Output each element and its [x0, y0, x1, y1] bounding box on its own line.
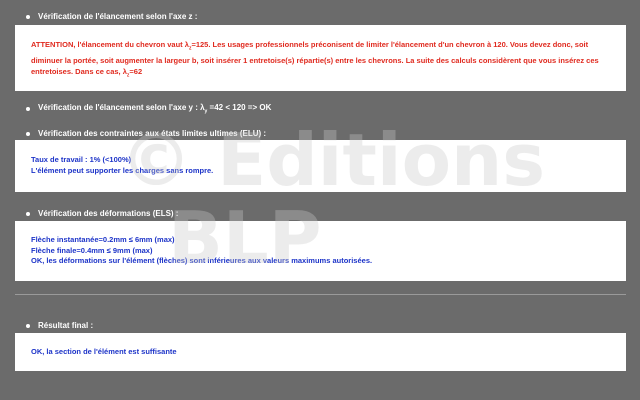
alert-message: ATTENTION, l'élancement du chevron vaut …	[31, 39, 610, 81]
elu-rate: Taux de travail : 1% (<100%)	[31, 155, 132, 164]
heading-text: Vérification des déformations (ELS) :	[38, 209, 179, 218]
final-result-box: OK, la section de l'élément est suffisan…	[15, 333, 626, 371]
heading-text: Vérification de l'élancement selon l'axe…	[38, 12, 198, 21]
heading-text: Vérification des contraintes aux états l…	[38, 129, 267, 138]
elu-message: L'élément peut supporter les charges san…	[31, 165, 214, 175]
elu-result-box: Taux de travail : 1% (<100%) L'élément p…	[15, 140, 626, 192]
els-instant-deflection: Flèche instantanée=0.2mm ≤ 6mm (max)	[31, 235, 175, 244]
els-message: OK, les déformations sur l'élément (flèc…	[31, 256, 373, 265]
els-final-deflection: Flèche finale=0.4mm ≤ 9mm (max)	[31, 245, 153, 255]
alert-box-slenderness-z: ATTENTION, l'élancement du chevron vaut …	[15, 25, 626, 91]
heading-text-pre: Vérification de l'élancement selon l'axe…	[38, 103, 205, 112]
els-result-box: Flèche instantanée=0.2mm ≤ 6mm (max) Flè…	[15, 221, 626, 281]
alert-text-part1: ATTENTION, l'élancement du chevron vaut …	[31, 40, 189, 49]
section-heading-els: Vérification des déformations (ELS) :	[26, 209, 178, 218]
heading-text-post: =42 < 120 => OK	[207, 103, 272, 112]
section-heading-final: Résultat final :	[26, 321, 93, 330]
bullet-icon	[26, 106, 30, 111]
section-heading-slenderness-z: Vérification de l'élancement selon l'axe…	[26, 12, 197, 21]
bullet-icon	[26, 323, 30, 328]
alert-text-part3: =62	[129, 66, 143, 76]
section-divider	[15, 294, 626, 295]
bullet-icon	[26, 211, 30, 216]
section-heading-slenderness-y: Vérification de l'élancement selon l'axe…	[26, 103, 271, 115]
heading-text: Vérification de l'élancement selon l'axe…	[38, 103, 271, 115]
final-message: OK, la section de l'élément est suffisan…	[31, 347, 177, 356]
bullet-icon	[26, 131, 30, 136]
section-heading-elu: Vérification des contraintes aux états l…	[26, 129, 266, 138]
heading-text: Résultat final :	[38, 321, 94, 330]
bullet-icon	[26, 14, 30, 19]
